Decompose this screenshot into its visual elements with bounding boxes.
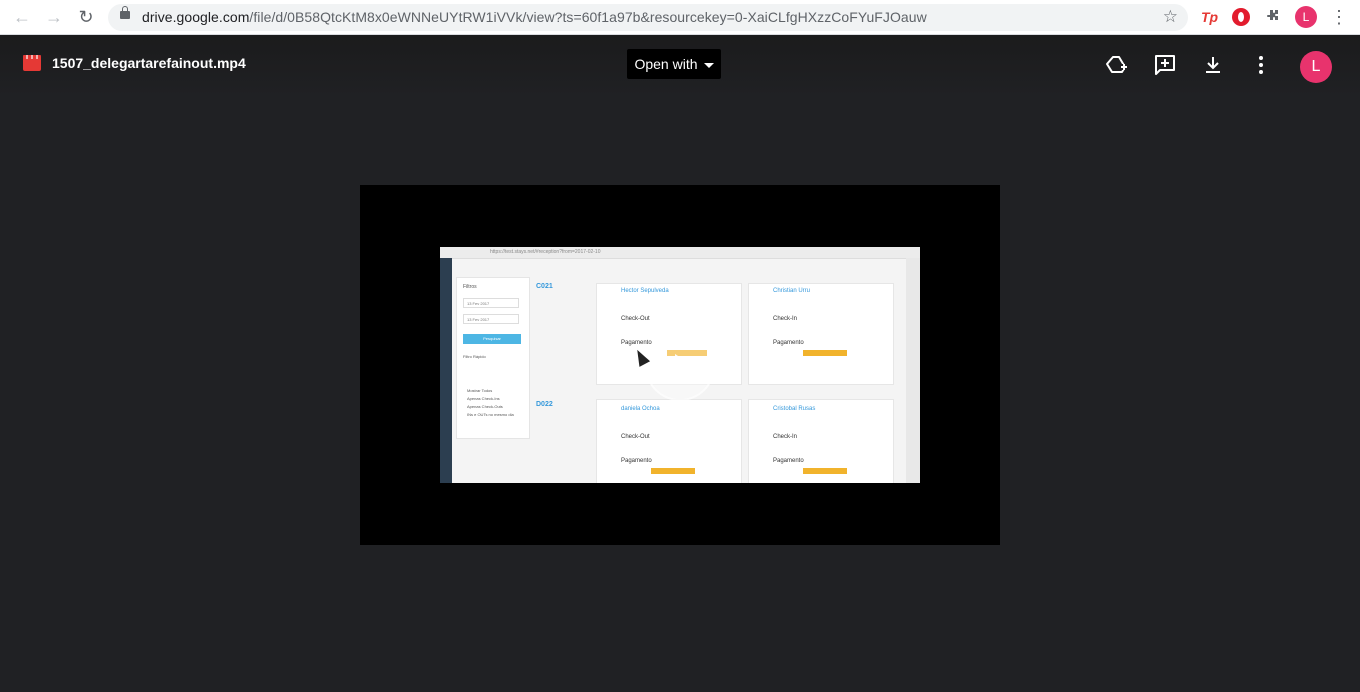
- video-payment-bar-2: [803, 350, 847, 356]
- video-room-2: D022: [536, 401, 553, 408]
- video-checkout-3: Check-Out: [621, 434, 650, 440]
- browser-profile-avatar[interactable]: L: [1295, 6, 1317, 28]
- video-guest-4: Cristobal Rusas: [773, 406, 816, 412]
- video-url-text: https://test.stays.net/#reception?from=2…: [490, 249, 601, 255]
- video-filter-label: Filtros: [463, 284, 477, 290]
- video-date-1: 13 Fev 2017: [463, 298, 519, 308]
- video-file-icon: [23, 55, 41, 71]
- video-right-toolbar: [906, 258, 920, 483]
- address-bar[interactable]: drive.google.com/file/d/0B58QtcKtM8x0eWN…: [108, 4, 1188, 31]
- open-with-label: Open with: [634, 56, 698, 72]
- video-search-button: Pesquisar: [463, 334, 521, 344]
- video-card-4: Cristobal Rusas Check-In Pagamento: [748, 399, 894, 483]
- add-to-drive-icon[interactable]: [1105, 53, 1129, 77]
- back-icon[interactable]: ←: [10, 5, 34, 29]
- chrome-menu-icon[interactable]: ⋮: [1330, 6, 1348, 28]
- url-host: drive.google.com: [142, 9, 250, 25]
- video-guest-1: Hector Sepulveda: [621, 288, 669, 294]
- bookmark-star-icon[interactable]: ☆: [1163, 7, 1178, 27]
- video-player[interactable]: https://test.stays.net/#reception?from=2…: [360, 185, 1000, 545]
- video-browser-bar: https://test.stays.net/#reception?from=2…: [440, 247, 920, 259]
- download-icon[interactable]: [1201, 53, 1225, 77]
- extension-opera-icon[interactable]: [1232, 8, 1250, 26]
- viewer-header: 1507_delegartarefainout.mp4 Open with L: [0, 35, 1360, 97]
- video-checkin-2: Check-In: [773, 316, 798, 322]
- video-frame-thumbnail: https://test.stays.net/#reception?from=2…: [440, 247, 920, 483]
- video-opt-3: Apenas Check-Outs: [467, 404, 503, 409]
- video-payment-2: Pagamento: [773, 340, 804, 346]
- video-checkout-1: Check-Out: [621, 316, 650, 322]
- video-payment-3: Pagamento: [621, 458, 652, 464]
- add-comment-icon[interactable]: [1153, 53, 1177, 77]
- video-payment-4: Pagamento: [773, 458, 804, 464]
- extensions-puzzle-icon[interactable]: [1264, 6, 1280, 28]
- more-vert-icon[interactable]: [1249, 53, 1273, 77]
- video-date-2: 13 Fev 2017: [463, 314, 519, 324]
- url-text[interactable]: drive.google.com/file/d/0B58QtcKtM8x0eWN…: [142, 9, 927, 25]
- video-card-3: daniela Ochoa Check-Out Pagamento: [596, 399, 742, 483]
- video-opt-2: Apenas Check-Ins: [467, 396, 500, 401]
- video-quick-filter: Filtro Rápido: [463, 354, 486, 359]
- extension-tp-icon[interactable]: Tp: [1201, 6, 1218, 28]
- caret-down-icon: [703, 62, 714, 68]
- video-opt-4: INs e OUTs no mesmo dia: [467, 412, 514, 417]
- forward-icon[interactable]: →: [42, 5, 66, 29]
- video-card-2: Christian Urru Check-In Pagamento: [748, 283, 894, 385]
- video-opt-1: Mostrar Todos: [467, 388, 493, 393]
- browser-toolbar: ← → ↻ drive.google.com/file/d/0B58QtcKtM…: [0, 0, 1360, 35]
- video-guest-3: daniela Ochoa: [621, 406, 660, 412]
- play-icon[interactable]: [645, 331, 715, 401]
- video-payment-bar-3: [651, 468, 695, 474]
- lock-icon[interactable]: [120, 6, 130, 19]
- reload-icon[interactable]: ↻: [74, 5, 98, 29]
- video-checkin-4: Check-In: [773, 434, 798, 440]
- url-path: /file/d/0B58QtcKtM8x0eWNNeUYtRW1iVVk/vie…: [249, 9, 927, 25]
- video-sidebar: [440, 258, 452, 483]
- video-guest-2: Christian Urru: [773, 288, 811, 294]
- video-payment-1: Pagamento: [621, 340, 652, 346]
- video-room-1: C021: [536, 283, 553, 290]
- open-with-button[interactable]: Open with: [627, 49, 721, 79]
- video-search-label: Pesquisar: [483, 336, 501, 341]
- video-filter-panel: Filtros 13 Fev 2017 13 Fev 2017 Pesquisa…: [456, 277, 530, 439]
- account-avatar[interactable]: L: [1300, 51, 1332, 83]
- file-name: 1507_delegartarefainout.mp4: [52, 55, 246, 71]
- video-payment-bar-4: [803, 468, 847, 474]
